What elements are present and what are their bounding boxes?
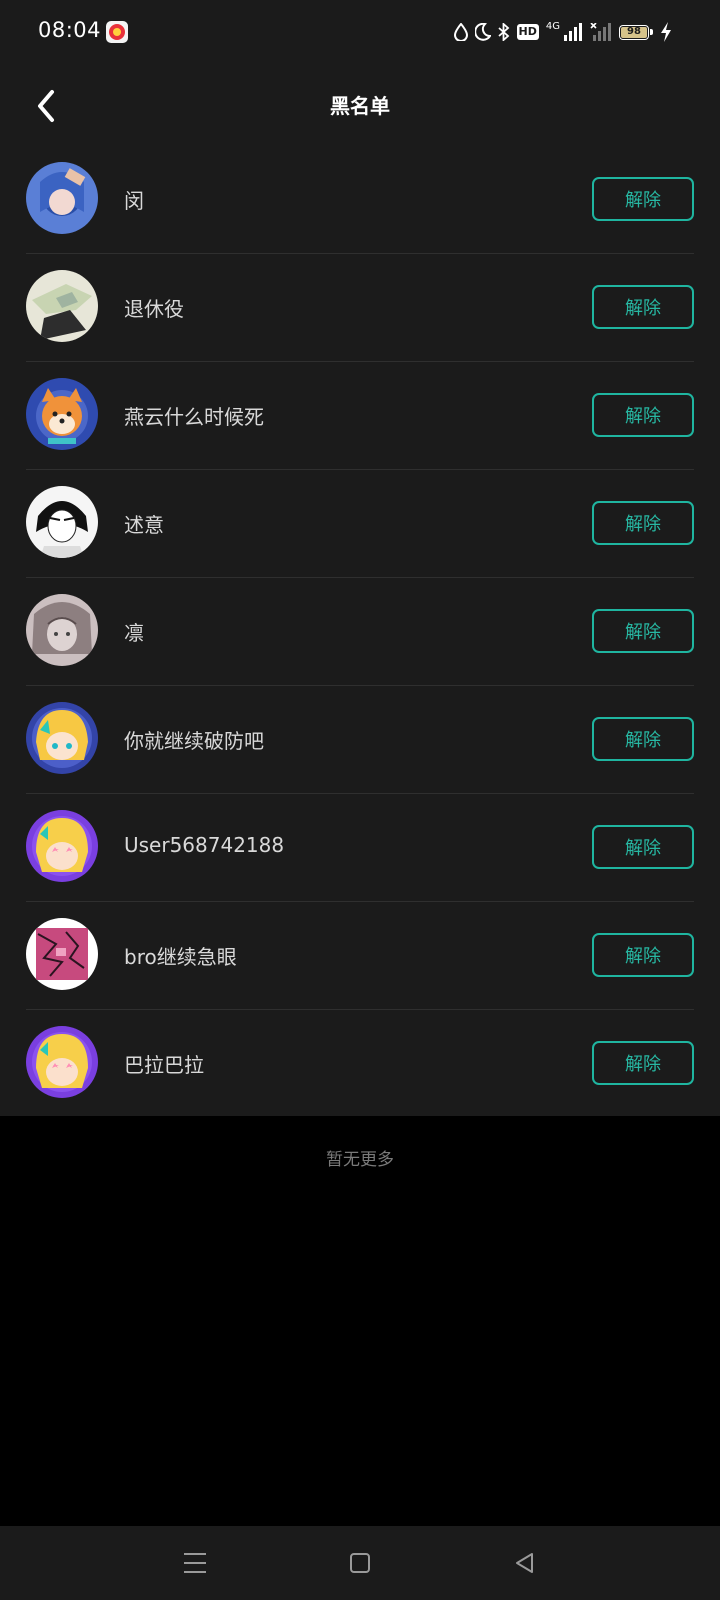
no-more-text: 暂无更多 [326, 1150, 394, 1170]
username: 燕云什么时候死 [124, 405, 264, 429]
water-drop-icon [453, 23, 468, 41]
battery-icon: 98 [619, 24, 649, 40]
hd-icon: HD [516, 24, 539, 40]
username: bro继续急眼 [124, 945, 237, 969]
status-bar: 08:04 HD 4G 98 [0, 0, 720, 64]
network-type-label: 4G [545, 20, 560, 32]
home-square-icon [350, 1553, 370, 1573]
avatar[interactable] [26, 162, 98, 234]
nav-back-button[interactable] [510, 1548, 540, 1578]
avatar[interactable] [26, 594, 98, 666]
blocklist-row: User568742188 解除 [26, 794, 694, 902]
status-icons: HD 4G 98 [453, 20, 672, 44]
battery-tip [650, 29, 653, 35]
unblock-button[interactable]: 解除 [592, 717, 694, 761]
back-triangle-icon [516, 1553, 533, 1573]
unblock-button[interactable]: 解除 [592, 393, 694, 437]
blocklist-row: 你就继续破防吧 解除 [26, 686, 694, 794]
avatar[interactable] [26, 270, 98, 342]
moon-icon [474, 23, 491, 41]
username: User568742188 [124, 833, 285, 857]
battery-level: 98 [627, 25, 641, 37]
blocklist: 闵 解除 退休役 解除 燕云什么时候死 解除 述意 解除 凛 解除 你就继续破防… [0, 146, 720, 1116]
blocklist-row: 述意 解除 [26, 470, 694, 578]
menu-icon [184, 1553, 206, 1573]
avatar[interactable] [26, 702, 98, 774]
username: 你就继续破防吧 [124, 729, 264, 753]
blocklist-row: bro继续急眼 解除 [26, 902, 694, 1010]
avatar[interactable] [26, 918, 98, 990]
charging-icon [661, 22, 671, 42]
status-time: 08:04 [38, 18, 102, 42]
home-button[interactable] [345, 1548, 375, 1578]
username: 述意 [124, 513, 164, 537]
avatar[interactable] [26, 1026, 98, 1098]
unblock-button[interactable]: 解除 [592, 609, 694, 653]
bluetooth-icon [497, 23, 509, 41]
menu-button[interactable] [180, 1548, 210, 1578]
system-nav-bar [0, 1526, 720, 1600]
header: 黑名单 [0, 64, 720, 146]
username: 闵 [124, 189, 144, 213]
avatar[interactable] [26, 810, 98, 882]
blocklist-row: 退休役 解除 [26, 254, 694, 362]
unblock-button[interactable]: 解除 [592, 177, 694, 221]
app-notification-icon [106, 21, 128, 43]
blocklist-row: 凛 解除 [26, 578, 694, 686]
avatar[interactable] [26, 486, 98, 558]
unblock-button[interactable]: 解除 [592, 285, 694, 329]
blocklist-row: 燕云什么时候死 解除 [26, 362, 694, 470]
username: 退休役 [124, 297, 184, 321]
avatar[interactable] [26, 378, 98, 450]
unblock-button[interactable]: 解除 [592, 933, 694, 977]
page-title: 黑名单 [330, 94, 390, 118]
blocklist-row: 闵 解除 [26, 146, 694, 254]
unblock-button[interactable]: 解除 [592, 501, 694, 545]
username: 凛 [124, 621, 144, 645]
blocklist-row: 巴拉巴拉 解除 [26, 1010, 694, 1118]
username: 巴拉巴拉 [124, 1053, 204, 1077]
signal-icon [564, 23, 582, 41]
signal-muted-icon [590, 23, 611, 41]
unblock-button[interactable]: 解除 [592, 825, 694, 869]
unblock-button[interactable]: 解除 [592, 1041, 694, 1085]
